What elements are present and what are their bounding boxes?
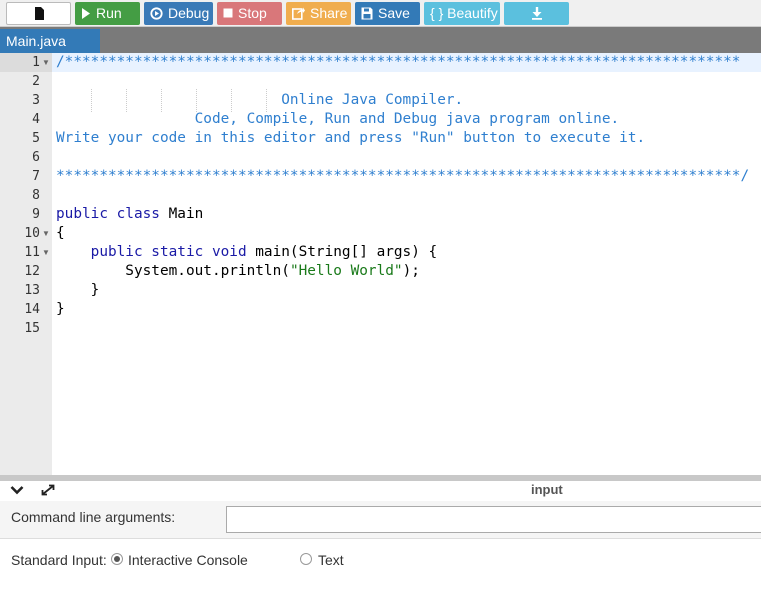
play-icon: [82, 8, 90, 19]
download-button[interactable]: [504, 2, 569, 25]
share-label: Share: [310, 5, 348, 21]
save-label: Save: [378, 5, 410, 21]
beautify-button[interactable]: { } Beautify: [424, 2, 500, 25]
code-line: {: [56, 225, 65, 241]
save-button[interactable]: Save: [355, 2, 420, 25]
io-panel-header: input: [0, 481, 761, 501]
toolbar: Run Debug Stop Share Save { } Beautify: [0, 0, 761, 27]
stop-icon: [223, 8, 233, 18]
interactive-console-label[interactable]: Interactive Console: [128, 552, 248, 568]
line-number: 13: [24, 283, 40, 298]
line-number: 12: [24, 264, 40, 279]
file-tab-bar: Main.java: [0, 27, 761, 53]
code-line: Online Java Compiler.: [56, 92, 464, 108]
command-line-label: Command line arguments:: [11, 509, 176, 525]
code-editor[interactable]: 1 2 3 4 5 6 7 8 9 10 11 12 13 14 15 ▼ ▼ …: [0, 53, 761, 475]
string-literal: "Hello World": [289, 263, 403, 279]
collapse-icon[interactable]: [10, 484, 24, 496]
interactive-console-radio[interactable]: [111, 553, 123, 565]
code-line: }: [56, 282, 100, 298]
share-button[interactable]: Share: [286, 2, 351, 25]
file-button[interactable]: [6, 2, 71, 25]
code-line: }: [56, 301, 65, 317]
stop-button[interactable]: Stop: [217, 2, 282, 25]
line-number: 4: [32, 112, 40, 127]
debug-icon: [150, 7, 163, 20]
code-line: System.out.println("Hello World");: [56, 262, 420, 281]
code-line: public static void main(String[] args) {: [56, 243, 438, 262]
run-label: Run: [96, 5, 122, 21]
code-line: ****************************************…: [56, 168, 750, 184]
fold-arrow-icon[interactable]: ▼: [42, 243, 50, 262]
code-line: Write your code in this editor and press…: [56, 130, 646, 146]
share-icon: [292, 7, 305, 20]
fold-arrow-icon[interactable]: ▼: [42, 224, 50, 243]
input-panel-title: input: [531, 482, 563, 497]
download-icon: [531, 7, 542, 20]
run-button[interactable]: Run: [75, 2, 140, 25]
stop-label: Stop: [238, 5, 267, 21]
fold-arrow-icon[interactable]: ▼: [42, 53, 50, 72]
keyword: public class: [56, 206, 160, 222]
standard-input-label: Standard Input:: [11, 552, 107, 568]
code-line: public class Main: [56, 205, 203, 224]
line-number: 15: [24, 321, 40, 336]
line-number: 7: [32, 169, 40, 184]
tab-main-java[interactable]: Main.java: [0, 29, 100, 53]
code-text: System.out.println(: [56, 263, 290, 279]
line-number: 11: [24, 245, 40, 260]
line-number: 6: [32, 150, 40, 165]
file-icon: [35, 7, 44, 20]
line-number: 9: [32, 207, 40, 222]
text-radio[interactable]: [300, 553, 312, 565]
line-number: 14: [24, 302, 40, 317]
text-option-label[interactable]: Text: [318, 552, 344, 568]
code-line: Code, Compile, Run and Debug java progra…: [56, 111, 620, 127]
line-number: 2: [32, 74, 40, 89]
expand-icon[interactable]: [40, 483, 56, 497]
code-line: /***************************************…: [56, 54, 741, 70]
code-text: Main: [159, 206, 204, 222]
keyword: public static void: [56, 244, 247, 260]
command-line-input[interactable]: [226, 506, 761, 533]
line-number: 3: [32, 93, 40, 108]
save-icon: [361, 7, 373, 20]
line-number: 10: [24, 226, 40, 241]
debug-label: Debug: [168, 5, 210, 21]
line-number: 8: [32, 188, 40, 203]
line-number: 5: [32, 131, 40, 146]
debug-button[interactable]: Debug: [144, 2, 213, 25]
code-text: );: [402, 263, 420, 279]
line-number: 1: [32, 55, 40, 70]
standard-input-row: Standard Input: Interactive Console Text: [0, 540, 761, 589]
command-line-row: Command line arguments:: [0, 501, 761, 539]
code-text: main(String[] args) {: [246, 244, 438, 260]
beautify-label: { } Beautify: [430, 5, 498, 21]
